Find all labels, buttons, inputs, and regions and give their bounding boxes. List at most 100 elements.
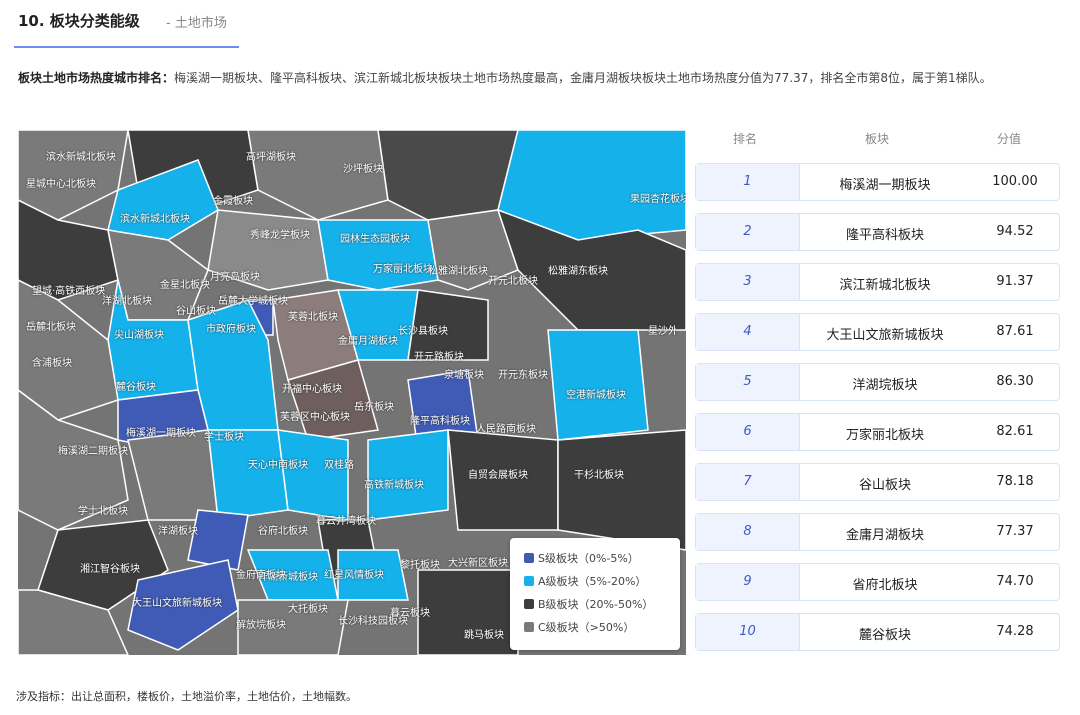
table-row: 6 万家丽北板块 82.61 (695, 413, 1060, 451)
map-label: 梅溪湖二期板块 (58, 446, 128, 457)
rank-value: 10 (739, 624, 756, 639)
map-label: 松雅湖东板块 (548, 266, 608, 277)
rank-cell: 9 (696, 564, 800, 600)
map-label: 滨水新城北板块 (120, 214, 190, 225)
map-label: 大王山文旅新城板块 (132, 598, 222, 609)
block-name: 省府北板块 (852, 578, 918, 593)
map-label: 洋湖板块 (158, 526, 198, 537)
map-label: 岳麓大学城板块 (218, 296, 288, 307)
table-row: 7 谷山板块 78.18 (695, 463, 1060, 501)
map-label: 洋湖北板块 (102, 296, 152, 307)
map-label: 长沙县板块 (398, 326, 448, 337)
rank-cell: 2 (696, 214, 800, 250)
score-value: 78.18 (996, 474, 1034, 489)
map-label: 学士板块 (204, 432, 244, 443)
region-b-7 (557, 429, 686, 551)
rank-cell: 8 (696, 514, 800, 550)
region-s-4 (187, 509, 249, 571)
map-label: 沙坪板块 (343, 164, 383, 175)
legend-swatch-b (524, 599, 534, 609)
block-name: 万家丽北板块 (845, 428, 924, 443)
map-label: 芙蓉北板块 (288, 312, 338, 323)
map-label: 岳东板块 (354, 402, 394, 413)
legend-item-s: S级板块（0%-5%） (524, 550, 639, 566)
table-row: 5 洋湖垸板块 86.30 (695, 363, 1060, 401)
map-label: 暮云板块 (390, 608, 430, 619)
legend-item-a: A级板块（5%-20%） (524, 573, 646, 589)
table-row: 4 大王山文旅新城板块 87.61 (695, 313, 1060, 351)
map-label: 学士北板块 (78, 506, 128, 517)
map-label: 暮云井湾板块 (316, 516, 376, 527)
rank-value: 2 (743, 224, 752, 239)
map-label: 高铁新城板块 (364, 480, 424, 491)
block-column-header: 板块 (865, 132, 890, 146)
map-label: 果园杏花板块 (630, 194, 686, 205)
block-name: 麓谷板块 (858, 628, 911, 643)
rank-value: 3 (743, 274, 752, 289)
map-label: 芙蓉区中心板块 (280, 412, 350, 423)
map-label: 红星风情板块 (324, 570, 384, 581)
score-value: 86.30 (996, 374, 1034, 389)
map-label: 谷山板块 (176, 306, 216, 317)
map-label: 麓谷板块 (116, 382, 156, 393)
map-legend: S级板块（0%-5%） A级板块（5%-20%） B级板块（20%-50%） C… (510, 538, 680, 650)
map-label: 大托板块 (288, 604, 328, 615)
block-name: 大王山文旅新城板块 (826, 328, 944, 343)
score-column-header: 分值 (997, 132, 1022, 146)
map-label: 黎托板块 (400, 560, 440, 571)
block-name: 金庸月湖板块 (845, 528, 924, 543)
legend-item-b: B级板块（20%-50%） (524, 596, 653, 612)
map-label: 高坪湖板块 (246, 152, 296, 163)
block-name: 洋湖垸板块 (852, 378, 918, 393)
block-name: 隆平高科板块 (845, 228, 924, 243)
region-a-7 (547, 329, 649, 441)
block-name: 谷山板块 (858, 478, 911, 493)
rank-cell: 6 (696, 414, 800, 450)
summary-text: 梅溪湖一期板块、隆平高科板块、滨江新城北板块板块土地市场热度最高，金庸月湖板块板… (174, 71, 992, 85)
map-label: 岳麓北板块 (26, 322, 76, 333)
map-label: 湘江智谷板块 (80, 564, 140, 575)
map-label: 泉塘板块 (444, 370, 484, 381)
summary-label: 板块土地市场热度城市排名： (18, 71, 175, 85)
rank-value: 8 (743, 524, 752, 539)
map-label: 万家丽北板块 (373, 264, 433, 275)
map-label: 园林生态园板块 (340, 234, 410, 245)
map-label: 开元东板块 (498, 370, 548, 381)
map-label: 开福中心板块 (282, 384, 342, 395)
rank-cell: 4 (696, 314, 800, 350)
legend-swatch-c (524, 622, 534, 632)
map-label: 滨水新城北板块 (46, 152, 116, 163)
block-name: 滨江新城北板块 (839, 278, 931, 293)
table-row: 3 滨江新城北板块 91.37 (695, 263, 1060, 301)
score-value: 100.00 (992, 174, 1038, 189)
map-label: 金星北板块 (160, 280, 210, 291)
map-label: 人民路南板块 (476, 424, 536, 435)
table-row: 10 麓谷板块 74.28 (695, 613, 1060, 651)
indicators-footnote: 涉及指标：出让总面积，楼板价，土地溢价率，土地估价，土地幅数。 (16, 690, 357, 703)
map-label: 干杉北板块 (574, 470, 624, 481)
ranking-table-header: 排名 板块 分值 (695, 130, 1060, 150)
map-label: 跳马板块 (464, 630, 504, 641)
rank-column-header: 排名 (733, 132, 758, 146)
map-label: 隆平高科板块 (410, 416, 470, 427)
map-label: 空港新城板块 (566, 390, 626, 401)
section-subtitle: - 土地市场 (166, 16, 227, 31)
map-label: 市政府板块 (206, 324, 256, 335)
map-label: 秀峰龙学板块 (250, 230, 310, 241)
rank-value: 9 (743, 574, 752, 589)
map-label: 月亮岛板块 (210, 272, 260, 283)
section-title: 10. 板块分类能级 (18, 12, 140, 30)
table-row: 9 省府北板块 74.70 (695, 563, 1060, 601)
region-a-10 (367, 429, 449, 521)
rank-value: 1 (743, 174, 752, 189)
map-label: 含浦板块 (32, 358, 72, 369)
map-label: 自贸会展板块 (468, 470, 528, 481)
map-label: 梅溪湖一期板块 (126, 428, 196, 439)
map-label: 金霞板块 (213, 196, 253, 207)
score-value: 87.61 (996, 324, 1034, 339)
map-label: 金庸月湖板块 (338, 336, 398, 347)
table-row: 8 金庸月湖板块 77.37 (695, 513, 1060, 551)
rank-cell: 3 (696, 264, 800, 300)
map-label: 双桂路 (324, 460, 354, 471)
rank-cell: 7 (696, 464, 800, 500)
